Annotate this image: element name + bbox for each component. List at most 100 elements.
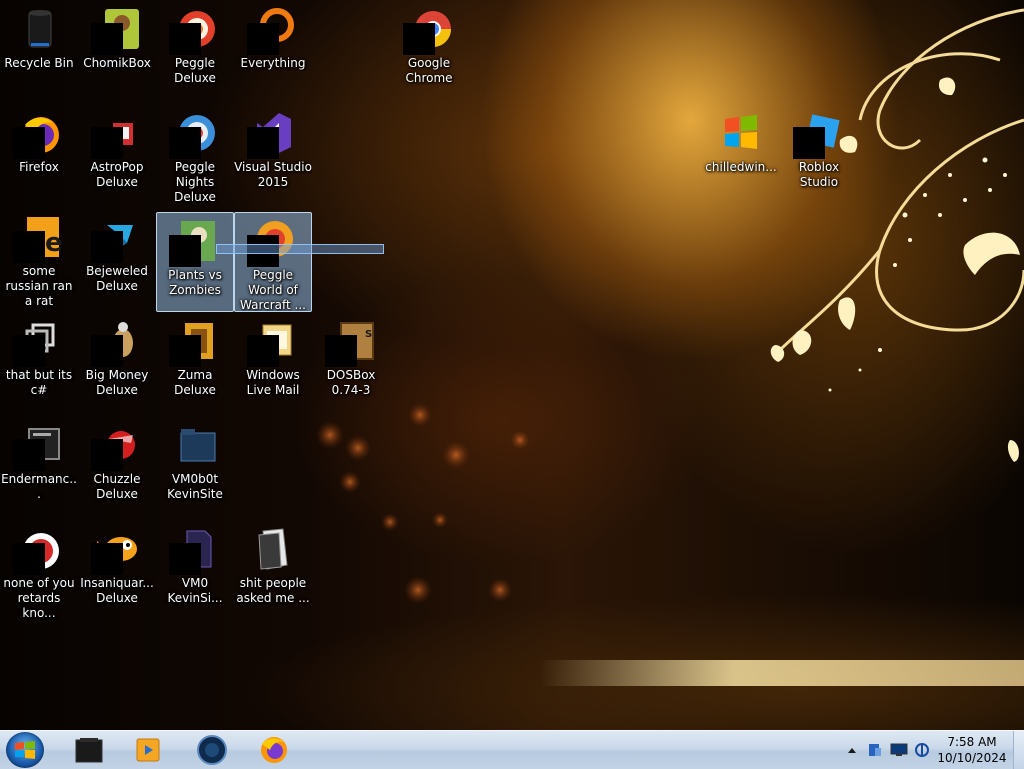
shortcut-icon <box>13 525 63 575</box>
desktop-icon-peggle-wow[interactable]: Peggle World of Warcraft ... <box>234 212 312 312</box>
big-money-icon <box>91 317 141 367</box>
windows-orb-icon <box>15 741 35 759</box>
dosbox-icon: S <box>325 317 375 367</box>
desktop-icon-label: DOSBox 0.74-3 <box>326 368 376 397</box>
taskbar-pinned-app-1[interactable] <box>68 733 108 767</box>
drag-selection-bar <box>216 244 384 254</box>
desktop-icon-label: some russian ran a rat <box>5 264 73 307</box>
desktop-icon-label: Bejeweled Deluxe <box>86 264 148 293</box>
desktop-icon-label: Visual Studio 2015 <box>234 160 312 189</box>
desktop-icon-plants-vs-zombies[interactable]: Plants vs Zombies <box>156 212 234 312</box>
desktop-icon-label: Roblox Studio <box>798 160 840 189</box>
live-mail-icon <box>247 317 297 367</box>
redacted-overlay <box>169 235 201 267</box>
desktop-icon-insaniquarium[interactable]: Insaniquar... Deluxe <box>78 520 156 620</box>
desktop-icon-none-of-you[interactable]: none of you retards kno... <box>0 520 78 620</box>
monitor-icon <box>890 743 908 756</box>
window-app-icon <box>75 738 103 763</box>
network-status-icon <box>869 744 881 756</box>
desktop-icon-label: Everything <box>240 56 306 70</box>
firefox-icon <box>13 109 63 159</box>
desktop-icon-zuma[interactable]: Zuma Deluxe <box>156 312 234 412</box>
roblox-studio-icon <box>793 109 843 159</box>
firefox-icon <box>261 737 287 763</box>
desktop-icon-vm0b0t-kevinsite[interactable]: VM0b0t KevinSite <box>156 416 234 516</box>
desktop-icon-chilledwin[interactable]: chilledwin... <box>702 104 780 204</box>
desktop-icon-label: Peggle World of Warcraft ... <box>240 268 306 311</box>
redacted-overlay <box>91 335 123 367</box>
desktop-icon-roblox-studio[interactable]: Roblox Studio <box>780 104 858 204</box>
clock-date: 10/10/2024 <box>937 751 1007 765</box>
desktop-icon-label: AstroPop Deluxe <box>90 160 144 189</box>
desktop-icon-label: Plants vs Zombies <box>168 268 222 297</box>
desktop-icon-chuzzle[interactable]: Chuzzle Deluxe <box>78 416 156 516</box>
start-button[interactable] <box>6 732 44 768</box>
desktop-icon-everything[interactable]: Everything <box>234 0 312 100</box>
desktop-icon-firefox[interactable]: Firefox <box>0 104 78 204</box>
desktop-icon-windows-live-mail[interactable]: Windows Live Mail <box>234 312 312 412</box>
system-clock[interactable]: 7:58 AM 10/10/2024 <box>930 734 1014 766</box>
taskbar-pinned-firefox[interactable] <box>254 733 294 767</box>
desktop-icon-visual-studio[interactable]: Visual Studio 2015 <box>234 104 312 204</box>
desktop-icon-chomikbox[interactable]: ChomikBox <box>78 0 156 100</box>
desktop-icon-label: Big Money Deluxe <box>85 368 149 397</box>
redacted-overlay <box>793 127 825 159</box>
desktop-icon-dosbox[interactable]: S DOSBox 0.74-3 <box>312 312 390 412</box>
redacted-overlay <box>247 335 279 367</box>
insaniquarium-icon <box>91 525 141 575</box>
folder-icon <box>249 525 297 573</box>
power-plug-icon <box>915 743 929 757</box>
desktop-icon-label: Endermanc... <box>1 472 77 501</box>
file-icon <box>169 525 219 575</box>
windows-flag-icon <box>717 109 765 157</box>
taskbar-pinned-app-3[interactable] <box>192 733 232 767</box>
desktop-icon-label: ChomikBox <box>83 56 151 70</box>
desktop-icon-big-money[interactable]: Big Money Deluxe <box>78 312 156 412</box>
peggle-nights-icon <box>169 109 219 159</box>
desktop-icon-label: VM0 KevinSi... <box>167 576 223 605</box>
tray-monitor[interactable] <box>890 741 908 759</box>
redacted-overlay <box>13 127 45 159</box>
recycle-bin-icon <box>15 5 63 53</box>
desktop-icon-astropop[interactable]: AstroPop Deluxe <box>78 104 156 204</box>
desktop-icon-label: Windows Live Mail <box>246 368 300 397</box>
redacted-overlay <box>13 231 45 263</box>
tray-network[interactable] <box>866 741 884 759</box>
media-player-icon <box>136 738 160 762</box>
desktop-icon-google-chrome[interactable]: Google Chrome <box>390 0 468 100</box>
desktop-icon-label: Recycle Bin <box>4 56 74 70</box>
shortcut-icon <box>13 317 63 367</box>
svg-text:S: S <box>365 329 372 340</box>
redacted-overlay <box>247 23 279 55</box>
show-hidden-icons-button[interactable] <box>843 741 861 759</box>
taskbar: 7:58 AM 10/10/2024 <box>0 730 1024 769</box>
globe-app-icon <box>197 735 227 765</box>
redacted-overlay <box>91 231 123 263</box>
desktop-icon-label: VM0b0t KevinSite <box>167 472 223 501</box>
everything-search-icon <box>247 5 297 55</box>
chevron-up-icon <box>848 748 856 753</box>
desktop-icon-label: Insaniquar... Deluxe <box>80 576 154 605</box>
desktop-icon-recycle-bin[interactable]: Recycle Bin <box>0 0 78 100</box>
desktop-icon-shit-people-asked-me[interactable]: shit people asked me ... <box>234 520 312 620</box>
desktop-icon-endermanc[interactable]: Endermanc... <box>0 416 78 516</box>
desktop-icon-label: Firefox <box>19 160 59 174</box>
desktop-icon-label: Zuma Deluxe <box>174 368 216 397</box>
desktop-icon-some-russian-ran-a-rat[interactable]: e some russian ran a rat <box>0 208 78 308</box>
desktop-icon-vm0-kevinsi[interactable]: VM0 KevinSi... <box>156 520 234 620</box>
desktop-icon-bejeweled[interactable]: Bejeweled Deluxe <box>78 208 156 308</box>
redacted-overlay <box>247 127 279 159</box>
desktop-icon-that-but-its-csharp[interactable]: that but its c# <box>0 312 78 412</box>
zuma-icon <box>169 317 219 367</box>
tray-power[interactable] <box>913 741 931 759</box>
desktop-icon-peggle-deluxe[interactable]: Peggle Deluxe <box>156 0 234 100</box>
desktop-icon-peggle-nights[interactable]: Peggle Nights Deluxe <box>156 104 234 204</box>
redacted-overlay <box>169 23 201 55</box>
taskbar-pinned-app-2[interactable] <box>128 733 168 767</box>
show-desktop-button[interactable] <box>1013 731 1024 769</box>
redacted-overlay <box>13 335 45 367</box>
folder-icon <box>171 421 219 469</box>
redacted-overlay <box>169 127 201 159</box>
redacted-overlay <box>169 543 201 575</box>
desktop-icon-label: Peggle Nights Deluxe <box>174 160 216 203</box>
